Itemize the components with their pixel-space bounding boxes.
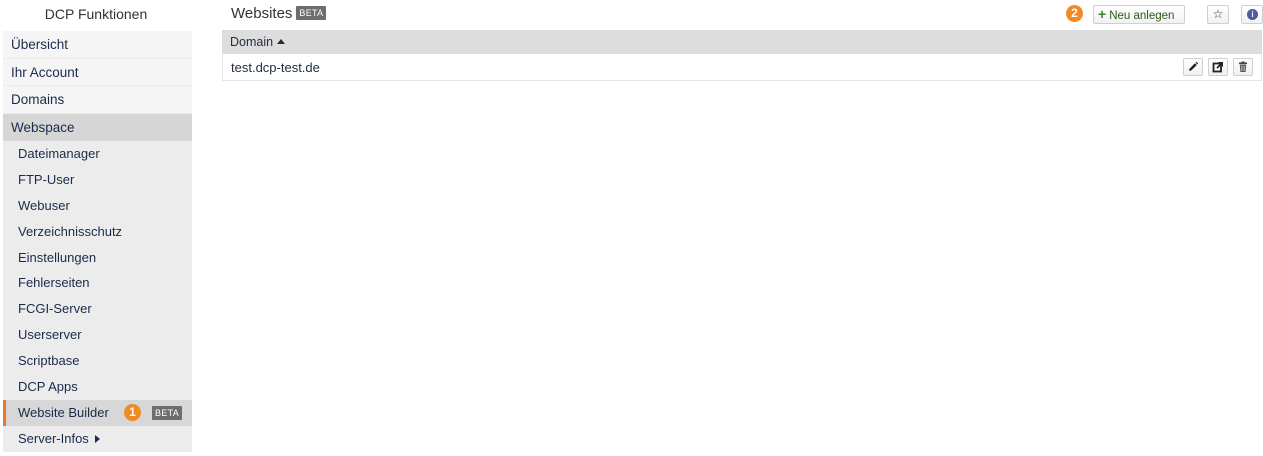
sidebar-item-webspace[interactable]: Webspace xyxy=(3,113,192,141)
sidebar-subitem-userserver[interactable]: Userserver xyxy=(3,322,192,349)
sidebar-subitem-fcgi-server[interactable]: FCGI-Server xyxy=(3,296,192,323)
sidebar-subitem-server-infos[interactable]: Server-Infos xyxy=(3,425,192,452)
column-header-label: Domain xyxy=(230,35,274,49)
page-title: Websites BETA xyxy=(231,5,327,22)
new-button-label: Neu anlegen xyxy=(1109,10,1175,22)
sidebar: DCP Funktionen Übersicht Ihr Account Dom… xyxy=(0,0,192,456)
favorite-button[interactable]: ☆ xyxy=(1207,5,1229,24)
trash-icon xyxy=(1239,61,1247,72)
sidebar-item-account[interactable]: Ihr Account xyxy=(3,58,192,86)
edit-button[interactable] xyxy=(1183,58,1203,76)
column-header-domain[interactable]: Domain xyxy=(222,30,1262,54)
toolbar: 2 + Neu anlegen ☆ i xyxy=(1043,5,1263,25)
sort-ascending-icon xyxy=(277,39,286,45)
star-icon: ☆ xyxy=(1212,7,1224,21)
table-row: test.dcp-test.de xyxy=(222,54,1262,81)
beta-badge: BETA xyxy=(152,405,183,420)
info-icon: i xyxy=(1247,9,1258,20)
sidebar-subitem-fehlerseiten[interactable]: Fehlerseiten xyxy=(3,270,192,297)
open-external-icon xyxy=(1212,62,1223,73)
sidebar-item-domains[interactable]: Domains xyxy=(3,86,192,114)
domain-cell: test.dcp-test.de xyxy=(231,60,320,75)
page-title-text: Websites xyxy=(231,5,293,22)
sidebar-item-label: Website Builder xyxy=(18,404,109,420)
sidebar-subitem-scriptbase[interactable]: Scriptbase xyxy=(3,348,192,375)
sidebar-item-label: Server-Infos xyxy=(18,430,89,446)
edit-icon xyxy=(1189,61,1199,71)
row-actions xyxy=(1181,58,1253,76)
step-badge-2: 2 xyxy=(1066,5,1083,22)
new-website-button[interactable]: + Neu anlegen xyxy=(1093,5,1185,24)
sidebar-subitem-dateimanager[interactable]: Dateimanager xyxy=(3,141,192,167)
plus-icon: + xyxy=(1098,6,1107,22)
sidebar-subitem-ftp-user[interactable]: FTP-User xyxy=(3,166,192,193)
delete-button[interactable] xyxy=(1233,58,1253,76)
info-button[interactable]: i xyxy=(1241,5,1263,24)
sidebar-subitem-verzeichnisschutz[interactable]: Verzeichnisschutz xyxy=(3,218,192,245)
title-beta-badge: BETA xyxy=(296,6,327,21)
open-external-button[interactable] xyxy=(1208,58,1228,76)
step-badge-1: 1 xyxy=(124,403,141,421)
sidebar-title: DCP Funktionen xyxy=(0,0,192,28)
sidebar-subitem-einstellungen[interactable]: Einstellungen xyxy=(3,244,192,271)
caret-right-icon xyxy=(94,435,100,444)
sidebar-subitem-website-builder[interactable]: Website Builder 1 BETA xyxy=(3,399,192,426)
sidebar-subitem-dcp-apps[interactable]: DCP Apps xyxy=(3,374,192,400)
sidebar-item-uebersicht[interactable]: Übersicht xyxy=(3,31,192,59)
sidebar-nav: Übersicht Ihr Account Domains Webspace D… xyxy=(3,31,192,452)
sidebar-subitem-webuser[interactable]: Webuser xyxy=(3,192,192,219)
websites-table: Domain test.dcp-test.de xyxy=(222,30,1262,81)
